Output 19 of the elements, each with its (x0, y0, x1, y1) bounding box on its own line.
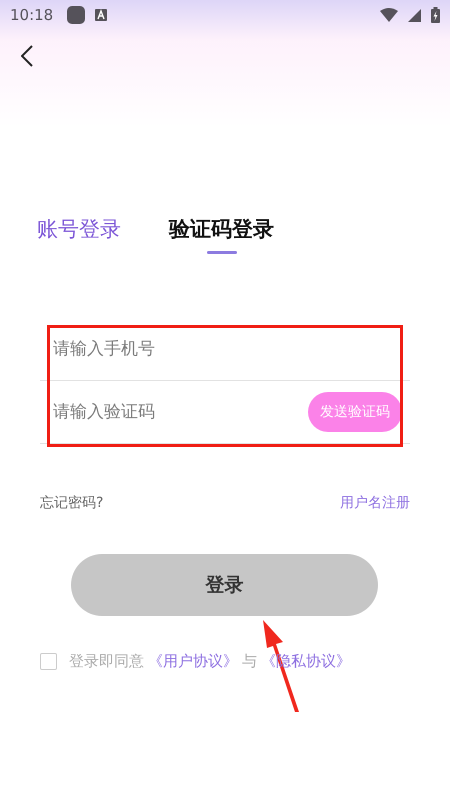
agreement-checkbox[interactable] (40, 653, 57, 670)
register-link[interactable]: 用户名注册 (340, 494, 410, 512)
clock-time: 10:18 (10, 6, 54, 24)
login-tab[interactable]: 验证码登录 (169, 215, 274, 245)
back-icon[interactable] (21, 45, 33, 67)
phone-input-field[interactable]: 请输入手机号 (53, 334, 410, 364)
conjunction-text: 与 (242, 652, 257, 671)
agreement-text: 登录即同意 (69, 652, 144, 671)
wifi-icon (380, 8, 398, 22)
keyboard-notification-icon (95, 9, 108, 21)
tab-indicator (206, 251, 236, 254)
code-input-field[interactable]: 请输入验证码 (53, 397, 308, 427)
login-tab[interactable]: 账号登录 (37, 215, 121, 245)
battery-icon (431, 7, 440, 23)
signal-icon (408, 8, 421, 22)
forgot-password-link[interactable]: 忘记密码? (40, 494, 104, 512)
app-notification-icon (67, 6, 86, 24)
login-button[interactable]: 登录 (71, 554, 378, 616)
user-agreement-link[interactable]: 《用户协议》 (148, 652, 238, 671)
